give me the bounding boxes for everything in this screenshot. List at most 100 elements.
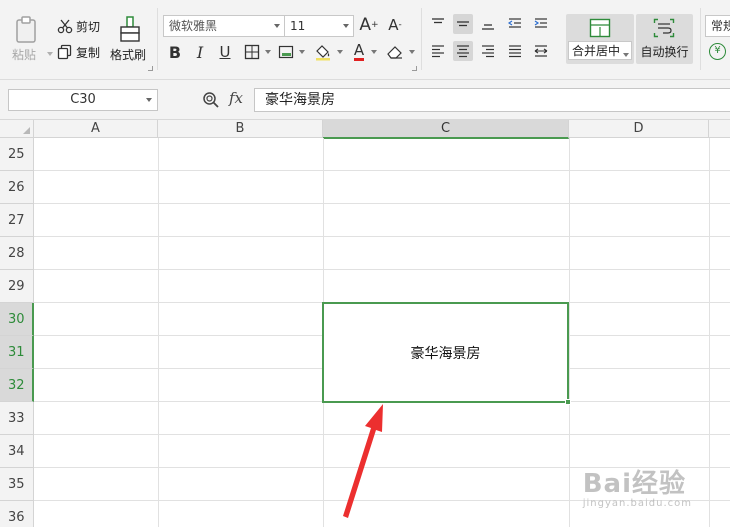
row-header-33[interactable]: 33 [0, 402, 34, 435]
paste-button[interactable]: 粘贴 [10, 12, 53, 64]
column-header-a[interactable]: A [34, 120, 158, 138]
formula-input[interactable]: 豪华海景房 [254, 88, 730, 112]
row-header-label: 30 [8, 312, 25, 327]
row-header-28[interactable]: 28 [0, 237, 34, 270]
copy-label: 复制 [76, 45, 101, 60]
cell-style-dropdown-icon[interactable] [299, 50, 305, 54]
clear-format-dropdown-icon[interactable] [409, 50, 415, 54]
fill-handle[interactable] [565, 399, 571, 405]
merge-center-text: 合并居中 [571, 44, 620, 58]
align-bottom-icon [482, 24, 494, 30]
row-header-31[interactable]: 31 [0, 336, 34, 369]
decrease-font-button[interactable]: A- [385, 15, 405, 35]
wrap-text-button[interactable]: 自动换行 [636, 14, 693, 64]
grid-line [158, 138, 159, 527]
grid-line [569, 138, 570, 527]
row-header-label: 26 [8, 180, 25, 195]
font-color-dropdown-icon[interactable] [371, 50, 377, 54]
format-painter-button[interactable]: 格式刷 [108, 12, 152, 64]
insert-function-button[interactable]: fx [229, 89, 243, 107]
spreadsheet-grid[interactable]: A B C D 25 26 27 28 29 30 31 32 33 34 35… [0, 120, 730, 527]
font-group-launcher[interactable] [412, 66, 417, 71]
align-left-icon [432, 45, 444, 58]
cut-button[interactable]: 剪切 [57, 16, 100, 36]
align-bottom-button[interactable] [478, 14, 498, 34]
align-right-button[interactable] [478, 41, 498, 61]
merged-cell-c30[interactable]: 豪华海景房 [322, 302, 569, 403]
paste-icon [16, 16, 36, 43]
fill-color-dropdown-icon[interactable] [337, 50, 343, 54]
distributed-align-button[interactable] [531, 41, 551, 61]
zoom-search-icon[interactable] [202, 91, 220, 109]
row-header-34[interactable]: 34 [0, 435, 34, 468]
align-center-button[interactable] [453, 41, 473, 61]
formula-bar: C30 fx 豪华海景房 [0, 80, 730, 120]
font-color-button[interactable]: A [349, 42, 369, 62]
cell-style-button[interactable] [276, 42, 296, 62]
row-header-label: 29 [8, 279, 25, 294]
divider [700, 8, 701, 70]
row-header-25[interactable]: 25 [0, 138, 34, 171]
row-header-32[interactable]: 32 [0, 369, 34, 402]
row-header-26[interactable]: 26 [0, 171, 34, 204]
column-header-label: D [633, 121, 644, 136]
paste-dropdown-icon[interactable] [47, 52, 53, 56]
clipboard-group-launcher[interactable] [148, 66, 153, 71]
decrease-font-icon: A [388, 16, 399, 34]
chevron-down-icon [274, 24, 280, 28]
merge-center-dropdown-icon[interactable] [623, 53, 629, 57]
increase-font-button[interactable]: A + [359, 15, 379, 35]
wrap-text-icon [653, 18, 675, 38]
column-header-d[interactable]: D [569, 120, 709, 138]
column-header-b[interactable]: B [158, 120, 323, 138]
fill-color-button[interactable] [313, 42, 333, 62]
decrease-indent-button[interactable] [505, 14, 525, 34]
wrap-text-label: 自动换行 [640, 45, 689, 59]
align-top-icon [432, 18, 444, 24]
row-header-29[interactable]: 29 [0, 270, 34, 303]
copy-button[interactable]: 复制 [57, 42, 100, 62]
number-format-select[interactable]: 常规 [705, 15, 730, 37]
align-left-button[interactable] [428, 41, 448, 61]
align-top-button[interactable] [428, 14, 448, 34]
column-header-label: C [440, 121, 451, 136]
ribbon-toolbar: 粘贴 剪切 复制 格式刷 微软雅黑 11 A + A - B I U A 合并居… [0, 0, 730, 80]
column-header-c[interactable]: C [323, 120, 569, 139]
grid-line [34, 170, 730, 171]
font-name-select[interactable]: 微软雅黑 [163, 15, 285, 37]
select-all-button[interactable] [0, 120, 34, 138]
column-header-e[interactable] [709, 120, 730, 138]
cut-label: 剪切 [76, 19, 101, 34]
align-middle-icon [457, 21, 469, 27]
increase-indent-button[interactable] [531, 14, 551, 34]
italic-button[interactable]: I [190, 42, 210, 62]
watermark-url: jingyan.baidu.com [582, 498, 692, 509]
justify-button[interactable] [505, 41, 525, 61]
row-header-30[interactable]: 30 [0, 303, 34, 336]
underline-button[interactable]: U [215, 42, 235, 62]
copy-icon [57, 44, 72, 60]
clear-format-button[interactable] [385, 42, 405, 62]
row-header-label: 32 [8, 378, 25, 393]
row-header-label: 34 [8, 444, 25, 459]
grid-line [34, 236, 730, 237]
justify-icon [509, 45, 521, 58]
currency-button[interactable]: ¥ [709, 43, 726, 60]
row-header-35[interactable]: 35 [0, 468, 34, 501]
borders-button[interactable] [242, 42, 262, 62]
align-middle-button[interactable] [453, 14, 473, 34]
underline-icon: U [219, 43, 231, 61]
row-header-36[interactable]: 36 [0, 501, 34, 527]
font-size-select[interactable]: 11 [284, 15, 354, 37]
row-header-27[interactable]: 27 [0, 204, 34, 237]
column-header-label: A [91, 121, 100, 136]
bold-button[interactable]: B [165, 42, 185, 62]
font-name-value: 微软雅黑 [169, 19, 218, 33]
format-painter-label: 格式刷 [110, 48, 147, 62]
name-box[interactable]: C30 [8, 89, 158, 111]
chevron-down-icon [146, 98, 152, 102]
merge-center-button[interactable]: 合并居中 [566, 14, 634, 64]
italic-icon: I [196, 42, 204, 62]
borders-dropdown-icon[interactable] [265, 50, 271, 54]
watermark-brand: Bai经验 [582, 469, 686, 499]
